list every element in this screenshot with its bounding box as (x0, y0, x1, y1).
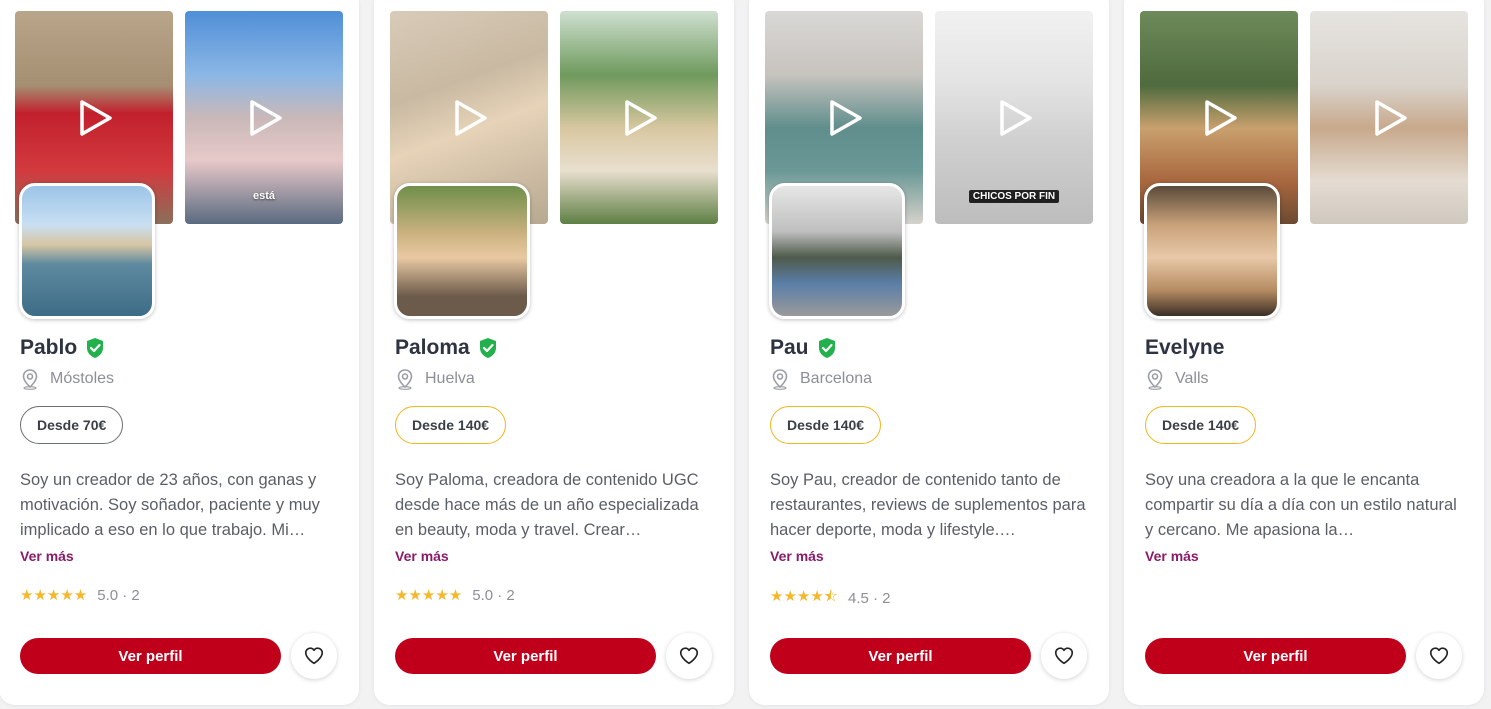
play-icon (80, 99, 112, 136)
location-pin-icon (772, 369, 788, 390)
price-badge: Desde 70€ (20, 406, 124, 444)
avatar (19, 183, 155, 319)
see-more-link[interactable]: Ver más (1145, 548, 1199, 564)
verified-shield-icon (479, 338, 496, 358)
location-label: Móstoles (50, 370, 115, 387)
favorite-button[interactable] (666, 633, 712, 679)
rating-text: 4.5 · 2 (848, 590, 891, 607)
favorite-button[interactable] (1416, 633, 1462, 679)
heart-icon (1054, 647, 1074, 665)
creator-card: Paloma Huelva Desde 140€ Soy Paloma, cre… (374, 0, 734, 705)
view-profile-button[interactable]: Ver perfil (1145, 638, 1406, 674)
verified-shield-icon (818, 338, 835, 358)
play-icon (250, 99, 282, 136)
rating: ★★★★★ 5.0 · 2 (395, 586, 515, 605)
rating-text: 5.0 · 2 (97, 586, 140, 604)
avatar (1144, 183, 1280, 319)
creator-name: Evelyne (1145, 336, 1225, 359)
heart-icon (304, 647, 324, 665)
view-profile-button[interactable]: Ver perfil (770, 638, 1031, 674)
rating: ★★★★★ 5.0 · 2 (20, 586, 140, 605)
creator-card: Evelyne Valls Desde 140€ Soy una creador… (1124, 0, 1484, 705)
star-rating-icon: ★★★★★ (20, 587, 88, 604)
see-more-link[interactable]: Ver más (20, 548, 74, 564)
creator-description: Soy una creadora a la que le encanta com… (1145, 471, 1457, 539)
video-caption: está (252, 190, 276, 202)
play-icon (1375, 99, 1407, 136)
play-icon (1000, 99, 1032, 136)
location-label: Barcelona (800, 370, 873, 387)
location-label: Huelva (425, 370, 475, 387)
play-icon (455, 99, 487, 136)
location-pin-icon (22, 369, 38, 390)
creator-name: Pau (770, 336, 809, 359)
verified-shield-icon (87, 338, 104, 358)
heart-icon (679, 647, 699, 665)
location: Barcelona (770, 368, 872, 390)
creator-card: está Pablo Móstoles Desde 70€ Soy un cre… (0, 0, 359, 705)
creator-description: Soy Pau, creador de contenido tanto de r… (770, 471, 1086, 539)
creator-name: Pablo (20, 336, 78, 359)
creator-card: CHICOS POR FIN Pau Barcelona Desde 140€ … (749, 0, 1109, 705)
creator-description: Soy un creador de 23 años, con ganas y m… (20, 471, 320, 539)
price-badge: Desde 140€ (770, 406, 882, 444)
heart-icon (1429, 647, 1449, 665)
avatar (769, 183, 905, 319)
avatar (394, 183, 530, 319)
location-pin-icon (397, 369, 413, 390)
see-more-link[interactable]: Ver más (395, 548, 449, 564)
play-icon (625, 99, 657, 136)
location: Valls (1145, 368, 1209, 390)
star-rating-icon: ★★★★★ (395, 587, 463, 604)
video-caption: CHICOS POR FIN (968, 190, 1060, 203)
favorite-button[interactable] (1041, 633, 1087, 679)
star-rating-icon: ★★★★⯪ (770, 588, 838, 605)
video-thumbnail[interactable] (560, 11, 718, 224)
view-profile-button[interactable]: Ver perfil (395, 638, 656, 674)
video-thumbnail[interactable] (1310, 11, 1468, 224)
video-thumbnail[interactable]: CHICOS POR FIN (935, 11, 1093, 224)
see-more-link[interactable]: Ver más (770, 548, 824, 564)
rating: ★★★★⯪ 4.5 · 2 (770, 586, 891, 611)
location-pin-icon (1147, 369, 1163, 390)
play-icon (1205, 99, 1237, 136)
video-thumbnail[interactable]: está (185, 11, 343, 224)
location-label: Valls (1175, 370, 1209, 387)
favorite-button[interactable] (291, 633, 337, 679)
location: Huelva (395, 368, 475, 390)
rating-text: 5.0 · 2 (472, 586, 515, 604)
price-badge: Desde 140€ (1145, 406, 1257, 444)
location: Móstoles (20, 368, 114, 390)
creator-name: Paloma (395, 336, 470, 359)
creator-description: Soy Paloma, creadora de contenido UGC de… (395, 471, 699, 539)
play-icon (830, 99, 862, 136)
price-badge: Desde 140€ (395, 406, 507, 444)
view-profile-button[interactable]: Ver perfil (20, 638, 281, 674)
